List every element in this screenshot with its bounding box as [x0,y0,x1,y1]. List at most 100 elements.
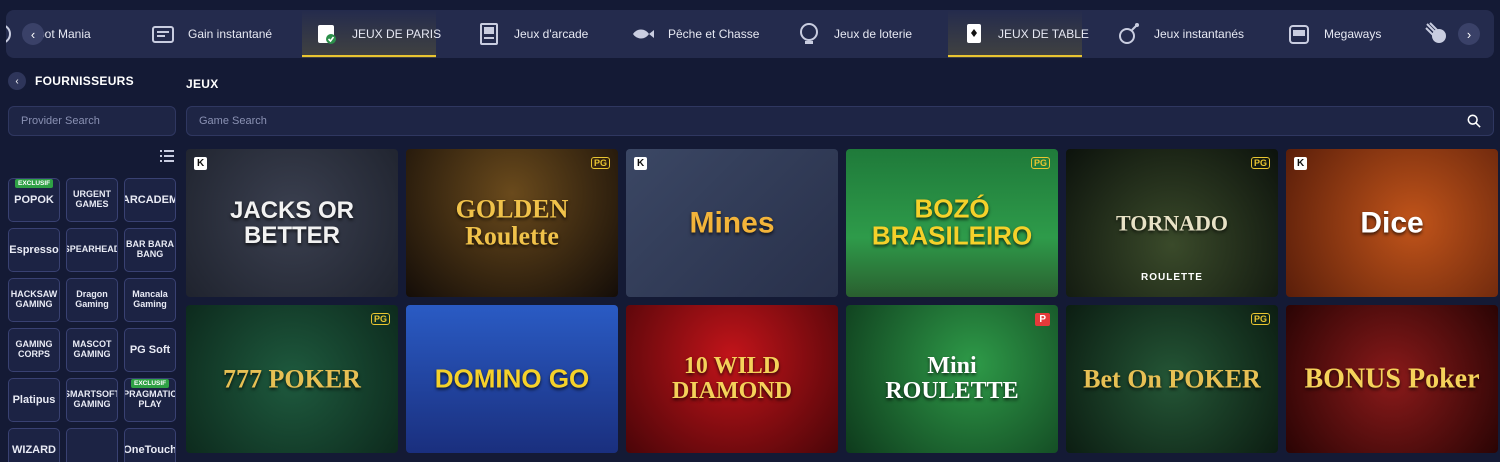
game-tile[interactable]: GOLDEN Roulette PG [406,149,618,297]
provider-item[interactable]: WIZARD [8,428,60,462]
provider-label: OneTouch [124,443,176,456]
search-icon[interactable] [1467,114,1481,128]
games-title: JEUX [186,77,219,91]
game-provider-badge: PG [590,157,610,169]
provider-item[interactable]: Platipus [8,378,60,422]
provider-item[interactable]: Espresso [8,228,60,272]
game-title: Dice [1360,206,1424,240]
category-next-button[interactable]: › [1458,23,1480,45]
provider-item[interactable]: SMARTSOFT GAMING [66,378,118,422]
jackpot-icon [6,21,14,47]
provider-item[interactable] [66,428,118,462]
game-provider-badge: PG [1250,313,1270,325]
provider-item[interactable]: BAR BARA BANG [124,228,176,272]
provider-label: POPOK [14,193,54,206]
game-tile[interactable]: 777 POKER PG [186,305,398,453]
game-tile[interactable]: TORNADO ROULETTE PG [1066,149,1278,297]
provider-item[interactable]: EXCLUSIF POPOK [8,178,60,222]
meteor-icon [1424,21,1450,47]
lottery-globe-icon [796,21,822,47]
category-tab-6[interactable]: JEUX DE TABLE [948,10,1089,58]
providers-header: ‹ FOURNISSEURS [8,72,134,90]
game-title: 10 WILD DIAMOND [672,352,792,404]
scratch-card-icon [150,21,176,47]
provider-search-input[interactable] [21,115,163,127]
game-provider-badge: K [1294,157,1308,170]
game-tile[interactable]: Mines K [626,149,838,297]
providers-title: FOURNISSEURS [35,74,134,88]
provider-label: GAMING CORPS [15,339,53,359]
category-label: Pêche et Chasse [668,27,760,41]
category-tab-4[interactable]: Pêche et Chasse [618,10,759,58]
provider-label: PRAGMATIC PLAY [124,389,176,409]
provider-label: Dragon Gaming [75,289,109,309]
category-prev-button[interactable]: ‹ [22,23,44,45]
provider-label: PG Soft [129,343,171,356]
game-provider-badge: P [1035,313,1050,326]
game-tile[interactable]: Mini ROULETTE P [846,305,1058,453]
provider-item[interactable]: Dragon Gaming [66,278,118,322]
provider-search-box [8,106,176,136]
arcade-machine-icon [476,21,502,47]
exclusive-badge: EXCLUSIF [131,379,170,389]
category-label: Megaways [1324,27,1382,41]
provider-label: HACKSAW GAMING [10,289,58,309]
provider-label: Espresso [9,243,59,256]
category-label: JEUX DE TABLE [998,27,1089,41]
category-tab-1[interactable]: Gain instantané [138,10,272,58]
category-tab-8[interactable]: Megaways [1274,10,1408,58]
game-tile[interactable]: Dice K [1286,149,1498,297]
provider-label: MASCOT GAMING [72,339,112,359]
provider-grid: EXCLUSIF POPOK URGENT GAMES ARCADEM Espresso… [8,178,176,462]
game-search-input[interactable] [199,115,1467,127]
provider-label: SMARTSOFT GAMING [66,389,118,409]
category-tab-2[interactable]: JEUX DE PARIS [302,10,441,58]
category-tab-3[interactable]: Jeux d'arcade [464,10,598,58]
provider-item[interactable]: ARCADEM [124,178,176,222]
category-label: JEUX DE PARIS [352,27,442,41]
category-label: Jeux instantanés [1154,27,1245,41]
provider-item[interactable]: OneTouch [124,428,176,462]
game-title: TORNADO [1115,210,1229,236]
game-tile[interactable]: DOMINO GO [406,305,618,453]
provider-label: ARCADEM [124,193,176,206]
game-title: 777 POKER [223,364,361,394]
game-title: BONUS Poker [1304,363,1480,395]
slot-machine-icon [1286,21,1312,47]
game-grid: JACKS OR BETTER K GOLDEN Roulette PG Mines K B… [186,149,1500,453]
playing-cards-icon [960,21,986,47]
game-title: JACKS OR BETTER [229,196,355,249]
provider-label: Platipus [12,393,56,406]
game-search-box [186,106,1494,136]
exclusive-badge: EXCLUSIF [15,179,54,189]
provider-label: WIZARD [12,443,56,456]
provider-item[interactable]: Mancala Gaming [124,278,176,322]
provider-item[interactable]: MASCOT GAMING [66,328,118,372]
provider-label: Mancala Gaming [132,289,168,309]
provider-item[interactable]: SPEARHEAD [66,228,118,272]
game-title: BOZÓ BRASILEIRO [871,193,1033,251]
provider-item[interactable]: PG Soft [124,328,176,372]
category-tab-5[interactable]: Jeux de loterie [784,10,918,58]
provider-item[interactable]: EXCLUSIF PRAGMATIC PLAY [124,378,176,422]
providers-back-button[interactable]: ‹ [8,72,26,90]
provider-item[interactable]: GAMING CORPS [8,328,60,372]
game-provider-badge: PG [1030,157,1050,169]
game-provider-badge: K [634,157,648,170]
provider-label: SPEARHEAD [66,244,118,255]
game-tile[interactable]: 10 WILD DIAMOND [626,305,838,453]
category-tab-7[interactable]: Jeux instantanés [1104,10,1244,58]
game-provider-badge: K [194,157,208,170]
category-tab-9[interactable] [1412,10,1492,58]
game-tile[interactable]: JACKS OR BETTER K [186,149,398,297]
list-view-icon[interactable] [160,150,174,162]
game-tile[interactable]: BONUS Poker [1286,305,1498,453]
game-tile[interactable]: BOZÓ BRASILEIRO PG [846,149,1058,297]
category-label: Jeux de loterie [834,27,913,41]
bomb-icon [1116,21,1142,47]
provider-item[interactable]: HACKSAW GAMING [8,278,60,322]
game-title: GOLDEN Roulette [455,194,569,251]
provider-item[interactable]: URGENT GAMES [66,178,118,222]
game-provider-badge: PG [370,313,390,325]
game-tile[interactable]: Bet On POKER PG [1066,305,1278,453]
